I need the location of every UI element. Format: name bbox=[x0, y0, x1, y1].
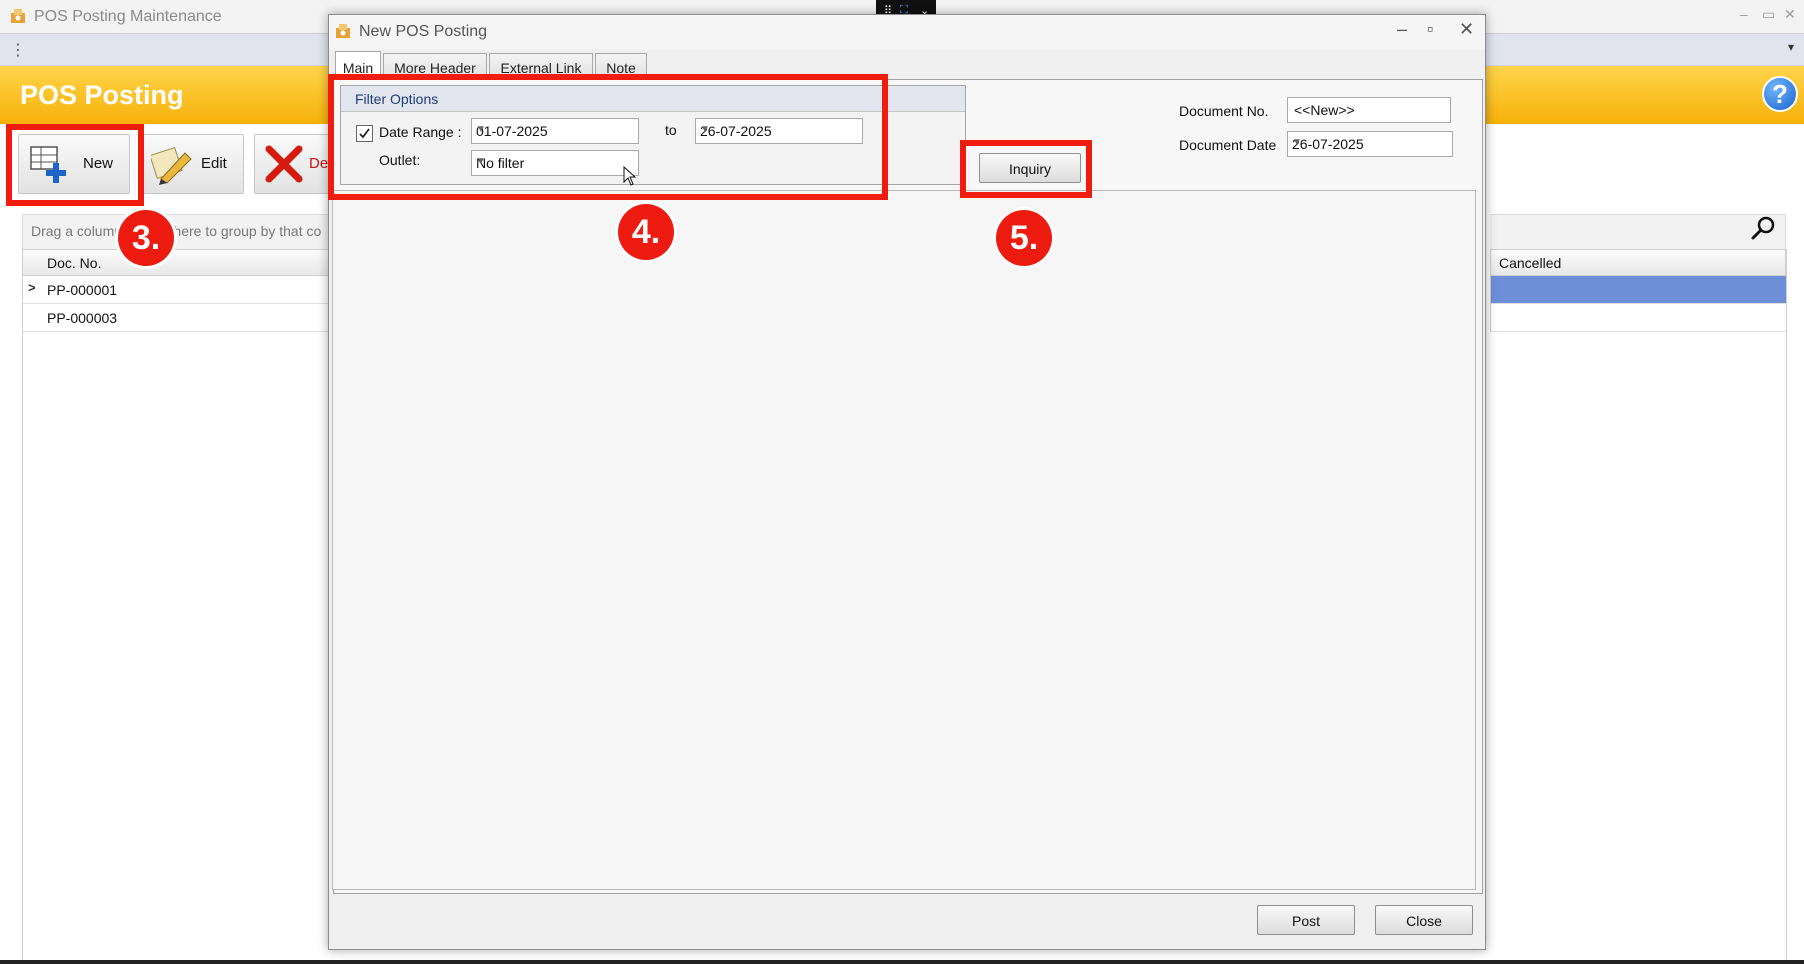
document-date-field[interactable]: 26-07-2025 ▼ bbox=[1287, 131, 1453, 157]
banner-title: POS Posting bbox=[20, 80, 184, 110]
table-row[interactable] bbox=[1490, 276, 1786, 304]
grip-icon: ⋮ bbox=[10, 42, 26, 59]
app-icon bbox=[336, 24, 350, 38]
app-icon bbox=[11, 9, 25, 23]
dropdown-arrow-icon[interactable]: ▼ bbox=[1292, 137, 1448, 148]
column-header-cancelled[interactable]: Cancelled bbox=[1490, 249, 1786, 276]
delete-x-icon bbox=[265, 145, 303, 183]
highlight-filter-options bbox=[328, 74, 888, 200]
row-indicator-icon: > bbox=[28, 280, 36, 295]
close-icon[interactable]: ✕ bbox=[1459, 19, 1474, 40]
column-header-label: Cancelled bbox=[1499, 255, 1562, 271]
highlight-new-button bbox=[6, 124, 144, 206]
grid-body-left bbox=[22, 332, 332, 964]
edit-button[interactable]: Edit bbox=[140, 134, 244, 194]
table-row[interactable]: PP-000003 bbox=[22, 304, 332, 332]
document-date-label: Document Date bbox=[1179, 137, 1277, 153]
step-4-badge: 4. bbox=[618, 204, 674, 260]
minimize-icon[interactable]: – bbox=[1740, 6, 1748, 22]
close-icon[interactable]: ✕ bbox=[1784, 6, 1796, 23]
delete-button[interactable]: De bbox=[254, 134, 334, 194]
table-row[interactable] bbox=[1490, 304, 1786, 332]
doc-no-cell: PP-000003 bbox=[47, 310, 118, 326]
dialog-titlebar: New POS Posting – ▫ ✕ bbox=[329, 15, 1485, 49]
document-no-field[interactable]: <<New>> bbox=[1287, 97, 1451, 123]
delete-button-label: De bbox=[309, 155, 329, 172]
document-no-label: Document No. bbox=[1179, 103, 1269, 119]
column-header-label: Doc. No. bbox=[47, 255, 102, 271]
minimize-icon[interactable]: – bbox=[1397, 19, 1407, 40]
grid-border-right bbox=[1786, 249, 1787, 964]
close-button-label: Close bbox=[1406, 913, 1442, 929]
main-window-title: POS Posting Maintenance bbox=[34, 8, 222, 25]
menu-overflow-icon[interactable]: ▾ bbox=[1788, 40, 1794, 54]
taskbar-edge bbox=[0, 960, 1804, 964]
step-5-badge: 5. bbox=[996, 210, 1052, 266]
step-3-badge: 3. bbox=[118, 210, 174, 266]
doc-no-cell: PP-000001 bbox=[47, 282, 118, 298]
search-icon[interactable] bbox=[1750, 214, 1778, 242]
document-no-value: <<New>> bbox=[1294, 102, 1355, 118]
grid-right: Cancelled bbox=[1490, 249, 1786, 332]
close-button[interactable]: Close bbox=[1375, 905, 1473, 935]
edit-pencil-icon bbox=[151, 146, 192, 185]
column-header-doc-no[interactable]: Doc. No. bbox=[22, 249, 332, 276]
dialog-title: New POS Posting bbox=[359, 23, 488, 40]
restore-icon[interactable]: ▭ bbox=[1762, 6, 1775, 23]
maximize-icon[interactable]: ▫ bbox=[1427, 19, 1433, 40]
grid-left: Doc. No. > PP-000001 PP-000003 bbox=[22, 249, 332, 332]
detail-panel bbox=[332, 190, 1476, 890]
edit-button-label: Edit bbox=[201, 155, 227, 172]
post-button-label: Post bbox=[1291, 913, 1320, 929]
help-icon[interactable]: ? bbox=[1762, 76, 1798, 112]
highlight-inquiry-button bbox=[960, 140, 1092, 198]
table-row[interactable]: > PP-000001 bbox=[22, 276, 332, 304]
group-hint-text: Drag a column header here to group by th… bbox=[31, 223, 322, 239]
post-button[interactable]: Post bbox=[1257, 905, 1355, 935]
